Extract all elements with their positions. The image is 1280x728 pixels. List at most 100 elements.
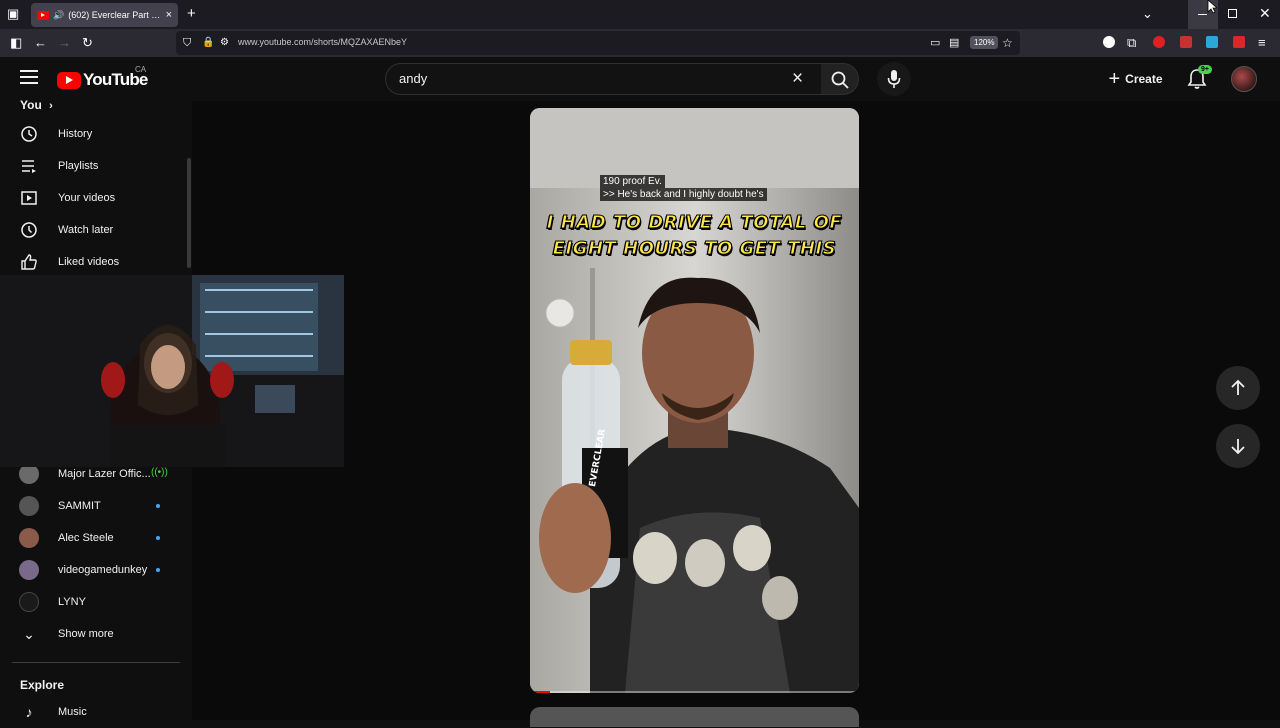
create-label: Create: [1125, 72, 1163, 86]
you-heading-label: You: [20, 98, 42, 112]
tab-close-icon[interactable]: ×: [166, 9, 172, 21]
reload-icon[interactable]: ↻: [82, 35, 93, 51]
notification-badge: 9+: [1198, 65, 1212, 74]
lock-icon[interactable]: 🔒: [202, 35, 214, 51]
avatar: [19, 496, 39, 516]
new-tab-button[interactable]: +: [187, 5, 196, 22]
new-content-dot: [156, 504, 160, 508]
youtube-logo[interactable]: YouTube CA: [57, 65, 148, 90]
sidebar-item-music[interactable]: ♪ Music: [12, 696, 184, 728]
watch-later-icon: [17, 218, 41, 242]
sidebar-toggle-icon[interactable]: ◧: [10, 35, 22, 51]
avatar: [19, 464, 39, 484]
video-progress-fill: [530, 691, 550, 693]
extension-red-icon[interactable]: [1153, 36, 1165, 48]
search-input[interactable]: [399, 71, 779, 86]
youtube-page: YouTube CA × + Create 9+ You ›: [0, 57, 1280, 727]
speaker-icon[interactable]: 🔊: [53, 10, 64, 21]
browser-menu-icon[interactable]: ≡: [1258, 35, 1266, 51]
arrow-down-icon: [1231, 439, 1245, 455]
clear-search-icon[interactable]: ×: [792, 68, 803, 90]
browser-tab-bar: ▣ 🔊 (602) Everclear Part 28 #getbac × + …: [0, 0, 1280, 29]
guide-menu-icon[interactable]: [20, 70, 38, 84]
url-text: www.youtube.com/shorts/MQZAXAENbeY: [238, 37, 408, 47]
video-caption-line-2: EIGHT HOURS TO GET THIS: [552, 238, 837, 260]
search-box[interactable]: ×: [385, 63, 822, 95]
forward-icon[interactable]: →: [58, 35, 71, 51]
sidebar-scrollbar[interactable]: [187, 158, 191, 268]
address-bar[interactable]: ⛉ 🔒 ⚙ www.youtube.com/shorts/MQZAXAENbeY…: [176, 31, 1020, 55]
sidebar-item-label: Your videos: [58, 192, 116, 204]
avatar: [19, 528, 39, 548]
sidebar-subscription-lyny[interactable]: LYNY: [12, 586, 184, 618]
show-more-button[interactable]: ⌄ Show more: [12, 618, 184, 650]
sidebar-item-label: Watch later: [58, 224, 114, 236]
sidebar-item-label: History: [58, 128, 93, 140]
extensions-puzzle-icon[interactable]: ⧉: [1127, 35, 1136, 51]
youtube-favicon-icon: [37, 10, 49, 20]
subscription-label: Major Lazer Offic...: [58, 468, 151, 480]
music-icon: ♪: [25, 704, 33, 720]
avatar: [19, 592, 39, 612]
sidebar-subscription-videogamedunkey[interactable]: videogamedunkey: [12, 554, 184, 586]
sidebar-item-watch-later[interactable]: Watch later: [12, 214, 184, 246]
arrow-up-icon: [1231, 379, 1245, 395]
extension-x-icon[interactable]: [1103, 36, 1115, 48]
new-content-dot: [156, 536, 160, 540]
extension-badge-icon[interactable]: [1180, 36, 1192, 48]
sidebar-item-playlists[interactable]: Playlists: [12, 150, 184, 182]
webcam-overlay: [0, 275, 344, 467]
country-code: CA: [135, 65, 147, 74]
show-more-label: Show more: [58, 628, 114, 640]
voice-search-button[interactable]: [877, 62, 911, 96]
subscription-label: Alec Steele: [58, 532, 114, 544]
zoom-level[interactable]: 120%: [970, 36, 999, 49]
shield-icon[interactable]: ⛉: [183, 35, 191, 51]
sidebar-subscription-alec-steele[interactable]: Alec Steele: [12, 522, 184, 554]
next-short-button[interactable]: [1216, 424, 1260, 468]
chevron-right-icon: ›: [49, 100, 53, 112]
sidebar-item-liked-videos[interactable]: Liked videos: [12, 246, 184, 278]
back-icon[interactable]: ←: [34, 35, 47, 51]
sidebar-subscription-sammit[interactable]: SAMMIT: [12, 490, 184, 522]
previous-short-button[interactable]: [1216, 366, 1260, 410]
sidebar-item-label: Playlists: [58, 160, 99, 172]
plus-icon: +: [1108, 68, 1121, 90]
video-progress-bar[interactable]: [530, 691, 859, 693]
picture-in-picture-icon[interactable]: ▭: [930, 35, 940, 51]
subscription-label: SAMMIT: [58, 500, 101, 512]
next-short-preview[interactable]: [530, 707, 859, 727]
closed-caption-line-2: >> He's back and I highly doubt he's: [600, 188, 767, 201]
video-caption-line-1: I HAD TO DRIVE A TOTAL OF: [546, 212, 843, 234]
new-content-dot: [156, 568, 160, 572]
history-icon: [17, 122, 41, 146]
you-section-heading[interactable]: You ›: [20, 98, 53, 112]
close-window-icon[interactable]: ✕: [1259, 5, 1271, 22]
reader-view-icon[interactable]: ▤: [949, 35, 959, 51]
extension-pen-icon[interactable]: [1233, 36, 1245, 48]
sidebar-item-your-videos[interactable]: Your videos: [12, 182, 184, 214]
your-videos-icon: [17, 186, 41, 210]
search-button[interactable]: [821, 63, 859, 95]
webcam-image: [0, 275, 344, 467]
tab-list-icon[interactable]: ▣: [7, 6, 19, 22]
list-all-tabs-icon[interactable]: ⌄: [1142, 6, 1153, 22]
masthead: YouTube CA × + Create 9+: [0, 57, 1280, 101]
browser-nav-bar: ◧ ← → ↻ ⛉ 🔒 ⚙ www.youtube.com/shorts/MQZ…: [0, 29, 1280, 57]
short-video-player[interactable]: EVERCLEAR 190 proof Ev. >> He's back and…: [530, 108, 859, 693]
browser-tab-active[interactable]: 🔊 (602) Everclear Part 28 #getbac ×: [31, 3, 178, 27]
permissions-icon[interactable]: ⚙: [220, 35, 229, 51]
extension-blue-icon[interactable]: [1206, 36, 1218, 48]
search-icon: [831, 71, 849, 89]
avatar: [19, 560, 39, 580]
minimize-icon: [1198, 14, 1207, 15]
sidebar-item-label: Music: [58, 706, 87, 718]
subscription-label: videogamedunkey: [58, 564, 148, 576]
youtube-play-icon: [57, 71, 81, 89]
create-button[interactable]: + Create: [1097, 63, 1174, 95]
restore-button[interactable]: [1228, 9, 1237, 18]
avatar[interactable]: [1231, 66, 1257, 92]
bookmark-star-icon[interactable]: ☆: [1002, 35, 1013, 51]
like-icon: [17, 250, 41, 274]
sidebar-item-history[interactable]: History: [12, 118, 184, 150]
